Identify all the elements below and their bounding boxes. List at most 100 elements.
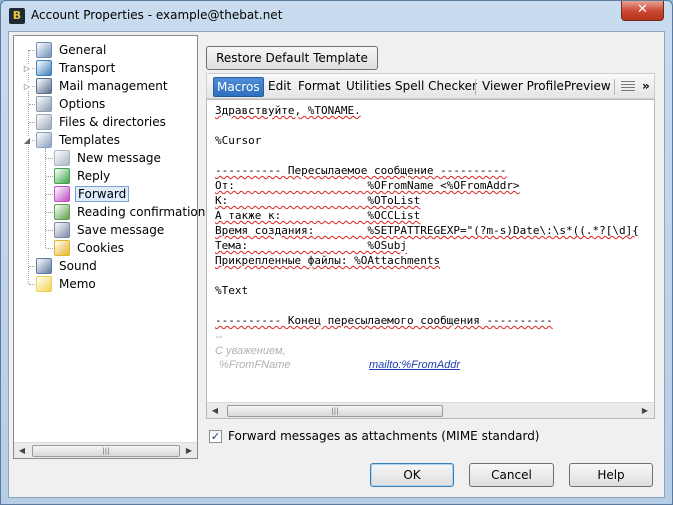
template-line: К: %OToList: [215, 194, 421, 207]
scroll-right-arrow-icon[interactable]: ▶: [637, 403, 653, 418]
editor-horizontal-scrollbar[interactable]: ◀ ||| ▶: [207, 402, 654, 418]
sound-icon: [36, 258, 52, 274]
tree-item-label: Mail management: [59, 79, 168, 93]
toolbar-format-menu[interactable]: Format: [295, 77, 343, 97]
signature-name: %FromFName: [219, 359, 291, 371]
options-icon: [36, 96, 52, 112]
toolbar-separator: [614, 79, 615, 95]
template-line: Здравствуйте, %TONAME.: [215, 104, 361, 117]
tree-item-reading-confirmation[interactable]: Reading confirmation: [46, 203, 207, 221]
templates-icon: [36, 132, 52, 148]
tree-connector-line: [45, 148, 46, 248]
tree-item-templates[interactable]: ◢ Templates: [23, 131, 122, 149]
forward-icon: [54, 186, 70, 202]
tree-item-files[interactable]: Files & directories: [29, 113, 168, 131]
template-line: А также к: %OCCList: [215, 209, 421, 222]
help-button[interactable]: Help: [569, 463, 653, 487]
tree-connector-line: [46, 158, 53, 159]
toolbar-spell-checker-menu[interactable]: Spell Checker: [392, 77, 480, 97]
signature-mailto-link[interactable]: mailto:%FromAddr: [369, 359, 460, 371]
reading-confirmation-icon: [54, 204, 70, 220]
tree-item-label: Reply: [77, 169, 111, 183]
tree-connector-line: [29, 284, 35, 285]
list-view-icon[interactable]: [621, 81, 635, 93]
template-toolbar: » Macros Edit Format Utilities Spell Checker…: [206, 73, 655, 99]
toolbar-overflow-icon[interactable]: »: [639, 77, 653, 97]
collapsed-arrow-icon[interactable]: ▷: [23, 81, 31, 91]
forward-as-attachment-row[interactable]: ✓ Forward messages as attachments (MIME …: [209, 429, 540, 443]
reply-icon: [54, 168, 70, 184]
expanded-arrow-icon[interactable]: ◢: [23, 135, 31, 145]
scroll-right-arrow-icon[interactable]: ▶: [181, 443, 197, 459]
scroll-left-arrow-icon[interactable]: ◀: [14, 443, 30, 459]
tree-item-label: Cookies: [77, 241, 124, 255]
tree-connector-line: [46, 212, 53, 213]
template-line: ---------- Пересылаемое сообщение ------…: [215, 164, 507, 177]
tree-item-forward[interactable]: Forward: [46, 185, 130, 203]
tree-connector-line: [29, 122, 35, 123]
template-editor[interactable]: ◀ ||| ▶ Здравствуйте, %TONAME. %Cursor ---…: [206, 99, 655, 419]
toolbar-utilities-menu[interactable]: Utilities: [343, 77, 394, 97]
tree-item-sound[interactable]: Sound: [29, 257, 99, 275]
tree-item-label: Reading confirmation: [77, 205, 206, 219]
save-message-icon: [54, 222, 70, 238]
toolbar-viewer-profile-menu[interactable]: Viewer Profile: [479, 77, 567, 97]
tree-item-label: Options: [59, 97, 106, 111]
close-button[interactable]: ✕: [621, 1, 664, 21]
tree-connector-line: [46, 230, 53, 231]
tree-horizontal-scrollbar[interactable]: ◀ ||| ▶: [14, 442, 197, 458]
toolbar-preview-menu[interactable]: Preview: [561, 77, 614, 97]
template-line: Время создания: %SETPATTREGEXP="(?m-s)Da…: [215, 224, 639, 237]
toolbar-edit-menu[interactable]: Edit: [265, 77, 294, 97]
template-line: ---------- Конец пересылаемого сообщения…: [215, 314, 553, 327]
scrollbar-thumb[interactable]: |||: [227, 405, 443, 417]
collapsed-arrow-icon[interactable]: ▷: [23, 63, 31, 73]
ok-button[interactable]: OK: [370, 463, 454, 487]
tree-item-label: General: [59, 43, 107, 57]
cancel-button[interactable]: Cancel: [469, 463, 554, 487]
files-icon: [36, 114, 52, 130]
tree-item-label: New message: [77, 151, 161, 165]
tree-connector-line: [46, 248, 53, 249]
tree-item-memo[interactable]: Memo: [29, 275, 98, 293]
transport-icon: [36, 60, 52, 76]
tree-connector-line: [46, 176, 53, 177]
tree-item-label: Save message: [77, 223, 165, 237]
general-icon: [36, 42, 52, 58]
template-line: %Cursor: [215, 134, 262, 147]
tree-item-label: Sound: [59, 259, 97, 273]
tree-item-label: Files & directories: [59, 115, 166, 129]
tree-connector-line: [46, 194, 53, 195]
tree-item-reply[interactable]: Reply: [46, 167, 112, 185]
tree-item-transport[interactable]: ▷ Transport: [23, 59, 117, 77]
template-line: %Text: [215, 284, 249, 297]
tree-item-mail-management[interactable]: ▷ Mail management: [23, 77, 170, 95]
tree-item-options[interactable]: Options: [29, 95, 107, 113]
memo-icon: [36, 276, 52, 292]
forward-as-attachment-label: Forward messages as attachments (MIME st…: [228, 429, 540, 443]
scroll-left-arrow-icon[interactable]: ◀: [207, 403, 223, 418]
template-line: Тема: %OSubj: [215, 239, 408, 252]
tree-item-general[interactable]: General: [29, 41, 108, 59]
tree-item-label: Memo: [59, 277, 96, 291]
forward-as-attachment-checkbox[interactable]: ✓: [209, 429, 222, 443]
dialog-client-area: ◀ ||| ▶ General ▷ Transport ▷ Mail managemen…: [8, 31, 665, 498]
tree-item-new-message[interactable]: New message: [46, 149, 163, 167]
tree-item-label: Transport: [59, 61, 116, 75]
template-line: Прикрепленные файлы: %OAttachments: [215, 254, 441, 267]
restore-default-template-button[interactable]: Restore Default Template: [206, 46, 378, 70]
tree-connector-line: [29, 50, 35, 51]
template-line: От: %OFromName <%OFromAddr>: [215, 179, 520, 192]
scrollbar-thumb[interactable]: |||: [32, 445, 180, 457]
toolbar-macros-menu[interactable]: Macros: [213, 77, 264, 97]
tree-item-label: Forward: [75, 186, 130, 202]
title-bar: B Account Properties - example@thebat.ne…: [1, 1, 672, 31]
toolbar-separator: [475, 79, 476, 95]
new-message-icon: [54, 150, 70, 166]
tree-connector-line: [29, 104, 35, 105]
tree-item-label: Templates: [59, 133, 121, 147]
tree-connector-line: [29, 266, 35, 267]
tree-item-save-message[interactable]: Save message: [46, 221, 166, 239]
mail-management-icon: [36, 78, 52, 94]
tree-item-cookies[interactable]: Cookies: [46, 239, 126, 257]
